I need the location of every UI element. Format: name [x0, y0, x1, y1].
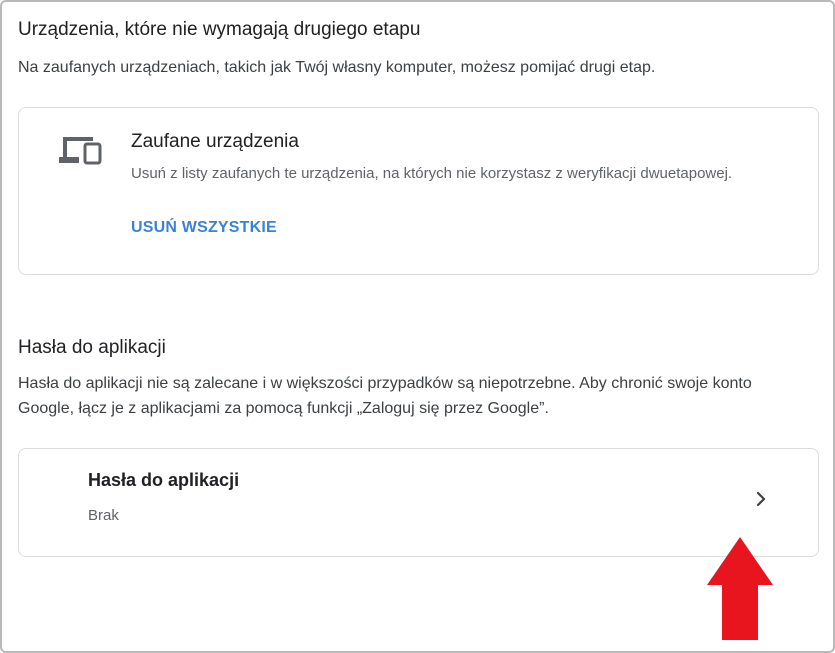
app-passwords-card-subtitle: Brak: [88, 507, 119, 524]
devices-icon: [59, 137, 102, 165]
content-panel: Urządzenia, które nie wymagają drugiego …: [0, 0, 835, 653]
app-passwords-section-title: Hasła do aplikacji: [18, 337, 166, 358]
app-passwords-card[interactable]: Hasła do aplikacji Brak: [18, 448, 819, 557]
app-passwords-section-description: Hasła do aplikacji nie są zalecane i w w…: [18, 375, 752, 417]
app-passwords-card-title: Hasła do aplikacji: [88, 470, 240, 490]
trusted-devices-section-description: Na zaufanych urządzeniach, takich jak Tw…: [18, 59, 656, 76]
red-arrow-up-icon: [707, 537, 773, 640]
trusted-devices-card: Zaufane urządzenia Usuń z listy zaufanyc…: [18, 107, 819, 275]
trusted-devices-card-title: Zaufane urządzenia: [131, 131, 299, 152]
chevron-right-icon[interactable]: [754, 490, 768, 508]
trusted-devices-section-title: Urządzenia, które nie wymagają drugiego …: [18, 19, 421, 40]
remove-all-button[interactable]: USUŃ WSZYSTKIE: [131, 219, 277, 237]
trusted-devices-card-subtitle: Usuń z listy zaufanych te urządzenia, na…: [131, 165, 733, 182]
